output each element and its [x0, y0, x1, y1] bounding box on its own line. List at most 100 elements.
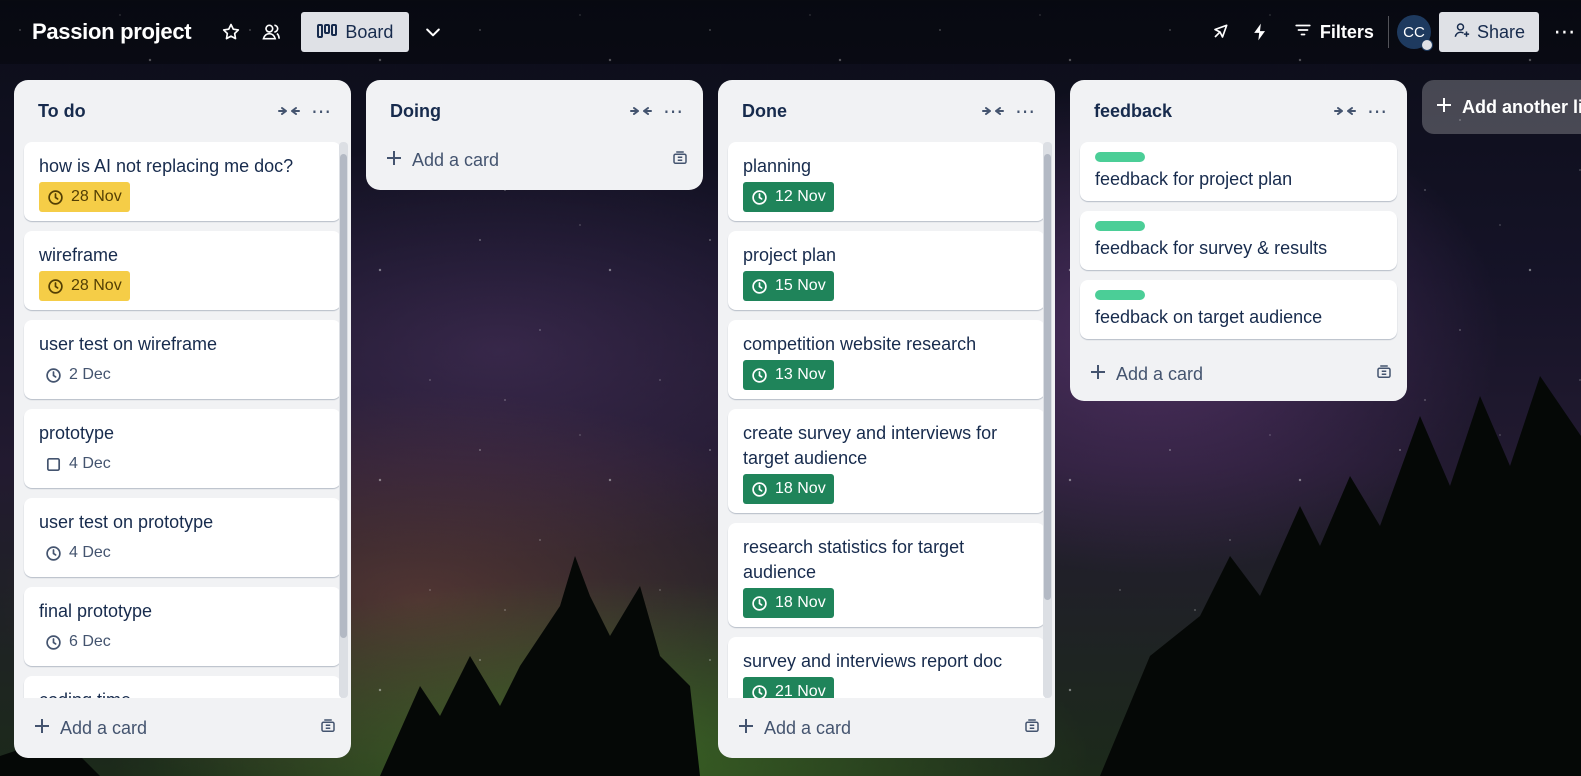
collapse-list-icon[interactable]: [625, 95, 657, 127]
card[interactable]: prototype 4 Dec: [24, 409, 341, 488]
due-date-badge[interactable]: 13 Nov: [743, 360, 834, 390]
card[interactable]: feedback on target audience: [1080, 280, 1397, 339]
plus-icon: [386, 150, 402, 171]
star-icon[interactable]: [215, 16, 247, 48]
list-actions-icon[interactable]: ⋯: [1009, 95, 1041, 127]
card[interactable]: research statistics for target audience …: [728, 523, 1045, 627]
card[interactable]: feedback for survey & results: [1080, 211, 1397, 270]
card[interactable]: planning 12 Nov: [728, 142, 1045, 221]
board-title[interactable]: Passion project: [32, 19, 192, 45]
list-doing: Doing ⋯ Add a card: [366, 80, 703, 190]
card[interactable]: user test on prototype 4 Dec: [24, 498, 341, 577]
card[interactable]: final prototype 6 Dec: [24, 587, 341, 666]
card-label-green[interactable]: [1095, 290, 1145, 300]
automation-icon[interactable]: [1244, 16, 1276, 48]
card-label-green[interactable]: [1095, 152, 1145, 162]
list-title[interactable]: Doing: [390, 101, 625, 122]
due-date-badge[interactable]: 28 Nov: [39, 271, 130, 301]
plus-icon: [1090, 364, 1106, 385]
add-card-button[interactable]: Add a card: [14, 698, 351, 758]
clock-icon: [48, 278, 63, 294]
card[interactable]: create survey and interviews for target …: [728, 409, 1045, 513]
card-title: planning: [743, 156, 812, 176]
member-avatar[interactable]: CC: [1396, 15, 1433, 51]
card-title: competition website research: [743, 334, 977, 354]
collapse-list-icon[interactable]: [977, 95, 1009, 127]
board-view-button[interactable]: Board: [301, 12, 410, 52]
list-actions-icon[interactable]: ⋯: [1361, 95, 1393, 127]
card-title: coding time: [39, 688, 327, 698]
more-menu-icon[interactable]: ⋯: [1549, 19, 1581, 45]
share-button[interactable]: Share: [1438, 12, 1539, 52]
list-actions-icon[interactable]: ⋯: [305, 95, 337, 127]
card[interactable]: project plan 15 Nov: [728, 231, 1045, 310]
card[interactable]: competition website research 13 Nov: [728, 320, 1045, 399]
collapse-list-icon[interactable]: [273, 95, 305, 127]
card-title: final prototype: [39, 601, 153, 621]
card-title: project plan: [743, 245, 837, 265]
list-done: Done ⋯ planning 12 Nov project plan 15 N…: [718, 80, 1055, 758]
card[interactable]: coding time: [24, 676, 341, 698]
collapse-list-icon[interactable]: [1329, 95, 1361, 127]
add-card-button[interactable]: Add a card: [718, 698, 1055, 758]
due-date-badge[interactable]: 4 Dec: [39, 538, 119, 568]
card-label-green[interactable]: [1095, 221, 1145, 231]
list-title[interactable]: Done: [742, 101, 977, 122]
list-header: Doing ⋯: [366, 80, 703, 142]
filters-button[interactable]: Filters: [1294, 21, 1374, 44]
clock-icon: [46, 367, 61, 383]
chevron-down-icon[interactable]: [417, 16, 449, 48]
due-date-badge[interactable]: 18 Nov: [743, 474, 834, 504]
plus-icon: [738, 718, 754, 739]
due-date-badge[interactable]: 28 Nov: [39, 182, 130, 212]
add-member-icon: [1453, 21, 1471, 44]
card-title: user test on wireframe: [39, 334, 218, 354]
clock-icon: [752, 278, 767, 294]
card[interactable]: wireframe 28 Nov: [24, 231, 341, 310]
due-date-text: 21 Nov: [775, 683, 826, 698]
plus-icon: [1436, 97, 1452, 118]
due-date-text: 12 Nov: [775, 188, 826, 205]
card[interactable]: user test on wireframe 2 Dec: [24, 320, 341, 399]
filter-icon: [1294, 21, 1312, 44]
create-from-template-icon[interactable]: [671, 149, 689, 172]
card-container: planning 12 Nov project plan 15 Nov comp…: [718, 142, 1055, 698]
clock-icon: [752, 189, 767, 205]
due-date-text: 28 Nov: [71, 277, 122, 294]
add-list-button[interactable]: Add another list: [1422, 80, 1581, 134]
create-from-template-icon[interactable]: [1375, 363, 1393, 386]
card[interactable]: how is AI not replacing me doc? 28 Nov: [24, 142, 341, 221]
board-header: Passion project Board Filters CC Share ⋯: [0, 0, 1581, 64]
create-from-template-icon[interactable]: [1023, 717, 1041, 740]
card-container: feedback for project plan feedback for s…: [1070, 142, 1407, 349]
card[interactable]: feedback for project plan: [1080, 142, 1397, 201]
create-from-template-icon[interactable]: [319, 717, 337, 740]
workspace-visibility-icon[interactable]: [255, 16, 287, 48]
due-date-badge[interactable]: 12 Nov: [743, 182, 834, 212]
clock-icon: [752, 481, 767, 497]
add-card-button[interactable]: Add a card: [366, 140, 703, 180]
scrollbar-thumb[interactable]: [1044, 154, 1051, 600]
filters-label: Filters: [1319, 21, 1374, 42]
due-date-text: 13 Nov: [775, 366, 826, 383]
add-card-button[interactable]: Add a card: [1070, 349, 1407, 399]
avatar-initials: CC: [1403, 23, 1425, 41]
list-title[interactable]: To do: [38, 101, 273, 122]
list-header: feedback ⋯: [1070, 80, 1407, 142]
list-title[interactable]: feedback: [1094, 101, 1329, 122]
due-date-badge[interactable]: 4 Dec: [39, 449, 119, 479]
due-date-badge[interactable]: 21 Nov: [743, 677, 834, 698]
admin-badge-icon: [1420, 39, 1433, 51]
list-scrollbar[interactable]: [339, 142, 348, 698]
list-actions-icon[interactable]: ⋯: [657, 95, 689, 127]
power-ups-icon[interactable]: [1204, 16, 1236, 48]
card[interactable]: survey and interviews report doc 21 Nov: [728, 637, 1045, 698]
due-date-badge[interactable]: 18 Nov: [743, 588, 834, 618]
due-date-badge[interactable]: 2 Dec: [39, 360, 119, 390]
list-header: To do ⋯: [14, 80, 351, 142]
scrollbar-thumb[interactable]: [340, 154, 347, 638]
due-date-badge[interactable]: 15 Nov: [743, 271, 834, 301]
clock-icon: [46, 634, 61, 650]
due-date-badge[interactable]: 6 Dec: [39, 627, 119, 657]
list-scrollbar[interactable]: [1043, 142, 1052, 698]
